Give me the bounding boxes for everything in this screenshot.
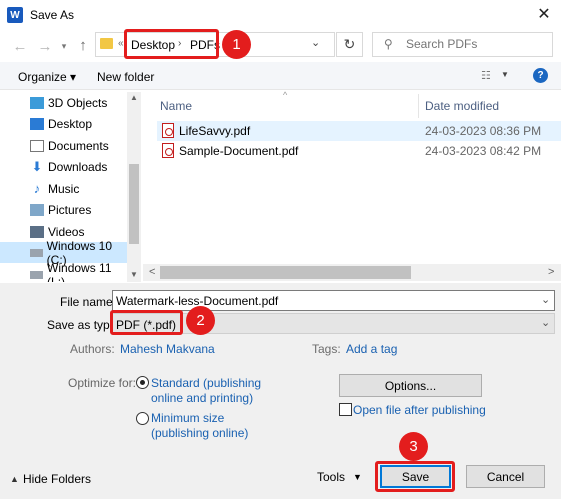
- toolbar: [0, 62, 561, 90]
- window-title: Save As: [30, 8, 75, 22]
- open-after-publishing-checkbox[interactable]: [339, 403, 352, 416]
- sidebar-item-label: Downloads: [48, 159, 108, 174]
- save-type-dropdown-icon[interactable]: ⌄: [541, 316, 550, 329]
- view-options-icon[interactable]: ☷: [481, 69, 494, 82]
- recent-locations-chevron-icon[interactable]: ▾: [58, 38, 70, 54]
- sidebar-item-music[interactable]: ♪ Music: [0, 178, 127, 199]
- add-tag-link[interactable]: Add a tag: [346, 342, 397, 356]
- sidebar-item-label: Music: [48, 181, 80, 196]
- cancel-button[interactable]: Cancel: [466, 465, 545, 488]
- navigation-pane: 3D Objects Desktop Documents ⬇ Downloads…: [0, 92, 143, 282]
- drive-icon: [30, 270, 44, 279]
- file-date: 24-03-2023 08:36 PM: [425, 124, 542, 138]
- sidebar-item-desktop[interactable]: Desktop: [0, 113, 127, 134]
- pictures-icon: [30, 203, 44, 216]
- sort-indicator-icon: ^: [283, 90, 288, 100]
- sidebar-item-label: Desktop: [48, 116, 93, 131]
- tools-menu-button[interactable]: Tools: [317, 470, 345, 484]
- videos-icon: [30, 225, 44, 238]
- sidebar-item-3d-objects[interactable]: 3D Objects: [0, 92, 127, 113]
- authors-label: Authors:: [70, 342, 115, 356]
- back-arrow-icon[interactable]: ←: [10, 36, 30, 56]
- sidebar-item-documents[interactable]: Documents: [0, 135, 127, 156]
- column-header-date[interactable]: Date modified: [425, 99, 499, 113]
- sidebar-item-label: 3D Objects: [48, 95, 108, 110]
- sidebar-item-label: Documents: [48, 138, 109, 153]
- view-dropdown-icon[interactable]: ▼: [501, 70, 509, 79]
- save-highlight-box: [375, 461, 455, 492]
- sidebar-item-windows-11[interactable]: Windows 11 (L:): [0, 260, 127, 283]
- save-as-type-label: Save as type:: [47, 318, 120, 332]
- refresh-icon[interactable]: ↻: [336, 32, 363, 57]
- close-button[interactable]: ✕: [530, 2, 558, 26]
- file-name-field[interactable]: [112, 290, 555, 311]
- file-name-dropdown-icon[interactable]: ⌄: [541, 293, 550, 306]
- download-icon: ⬇: [31, 158, 43, 174]
- sidebar-scroll-thumb[interactable]: [129, 164, 139, 244]
- tools-dropdown-icon[interactable]: ▼: [353, 472, 362, 482]
- file-name: LifeSavvy.pdf: [179, 124, 251, 138]
- authors-value[interactable]: Mahesh Makvana: [120, 342, 215, 356]
- hide-folders-button[interactable]: Hide Folders: [23, 472, 91, 486]
- file-row[interactable]: LifeSavvy.pdf 24-03-2023 08:36 PM: [157, 121, 561, 141]
- column-header-name[interactable]: Name: [160, 99, 192, 113]
- sidebar-item-label: Videos: [48, 224, 85, 239]
- file-date: 24-03-2023 08:42 PM: [425, 144, 542, 158]
- scroll-down-icon[interactable]: ▼: [130, 270, 138, 279]
- search-input[interactable]: [406, 35, 546, 53]
- open-after-publishing-label[interactable]: Open file after publishing: [353, 403, 486, 417]
- breadcrumb-overflow-icon[interactable]: «: [118, 38, 124, 49]
- pdf-file-icon: [162, 143, 174, 158]
- folder-icon: [100, 38, 113, 49]
- scroll-left-icon[interactable]: <: [149, 266, 155, 278]
- help-icon[interactable]: ?: [533, 68, 548, 83]
- documents-icon: [30, 139, 44, 152]
- annotation-badge-1: 1: [222, 30, 251, 59]
- file-name: Sample-Document.pdf: [179, 144, 299, 158]
- annotation-badge-3: 3: [399, 432, 428, 461]
- forward-arrow-icon[interactable]: →: [35, 36, 55, 56]
- tags-label: Tags:: [312, 342, 341, 356]
- horizontal-scroll-thumb[interactable]: [160, 266, 411, 279]
- new-folder-button[interactable]: New folder: [97, 70, 154, 84]
- cube-icon: [30, 96, 44, 109]
- search-icon: ⚲: [384, 37, 393, 51]
- scroll-up-icon[interactable]: ▲: [130, 93, 138, 102]
- music-icon: ♪: [33, 180, 41, 196]
- options-button[interactable]: Options...: [339, 374, 482, 397]
- standard-radio[interactable]: [136, 376, 149, 389]
- address-dropdown-icon[interactable]: ⌄: [311, 36, 320, 49]
- organize-menu-button[interactable]: Organize ▾: [18, 70, 76, 84]
- save-type-highlight-box: [110, 310, 183, 335]
- drive-icon: [30, 248, 43, 257]
- minimum-size-radio[interactable]: [136, 412, 149, 425]
- desktop-icon: [30, 117, 44, 130]
- breadcrumb-highlight-box: [124, 29, 219, 59]
- minimum-size-option-label[interactable]: Minimum size: [151, 411, 224, 425]
- word-app-icon: W: [7, 7, 23, 23]
- sidebar-item-pictures[interactable]: Pictures: [0, 199, 127, 220]
- file-row[interactable]: Sample-Document.pdf 24-03-2023 08:42 PM: [157, 141, 561, 161]
- standard-option-label-line2[interactable]: online and printing): [151, 391, 253, 405]
- sidebar-item-label: Windows 11 (L:): [47, 260, 112, 283]
- annotation-badge-2: 2: [186, 306, 215, 335]
- sidebar-item-downloads[interactable]: ⬇ Downloads: [0, 156, 127, 177]
- minimum-size-option-label-line2[interactable]: (publishing online): [151, 426, 248, 440]
- standard-option-label[interactable]: Standard (publishing: [151, 376, 261, 390]
- column-divider[interactable]: [418, 94, 419, 118]
- hide-folders-chevron-icon[interactable]: ▲: [10, 474, 19, 484]
- optimize-for-label: Optimize for:: [68, 376, 137, 390]
- sidebar-item-label: Pictures: [48, 202, 92, 217]
- up-arrow-icon[interactable]: ↑: [73, 35, 93, 55]
- title-bar: [0, 0, 561, 30]
- scroll-right-icon[interactable]: >: [548, 266, 554, 278]
- file-name-label: File name:: [60, 295, 117, 309]
- pdf-file-icon: [162, 123, 174, 138]
